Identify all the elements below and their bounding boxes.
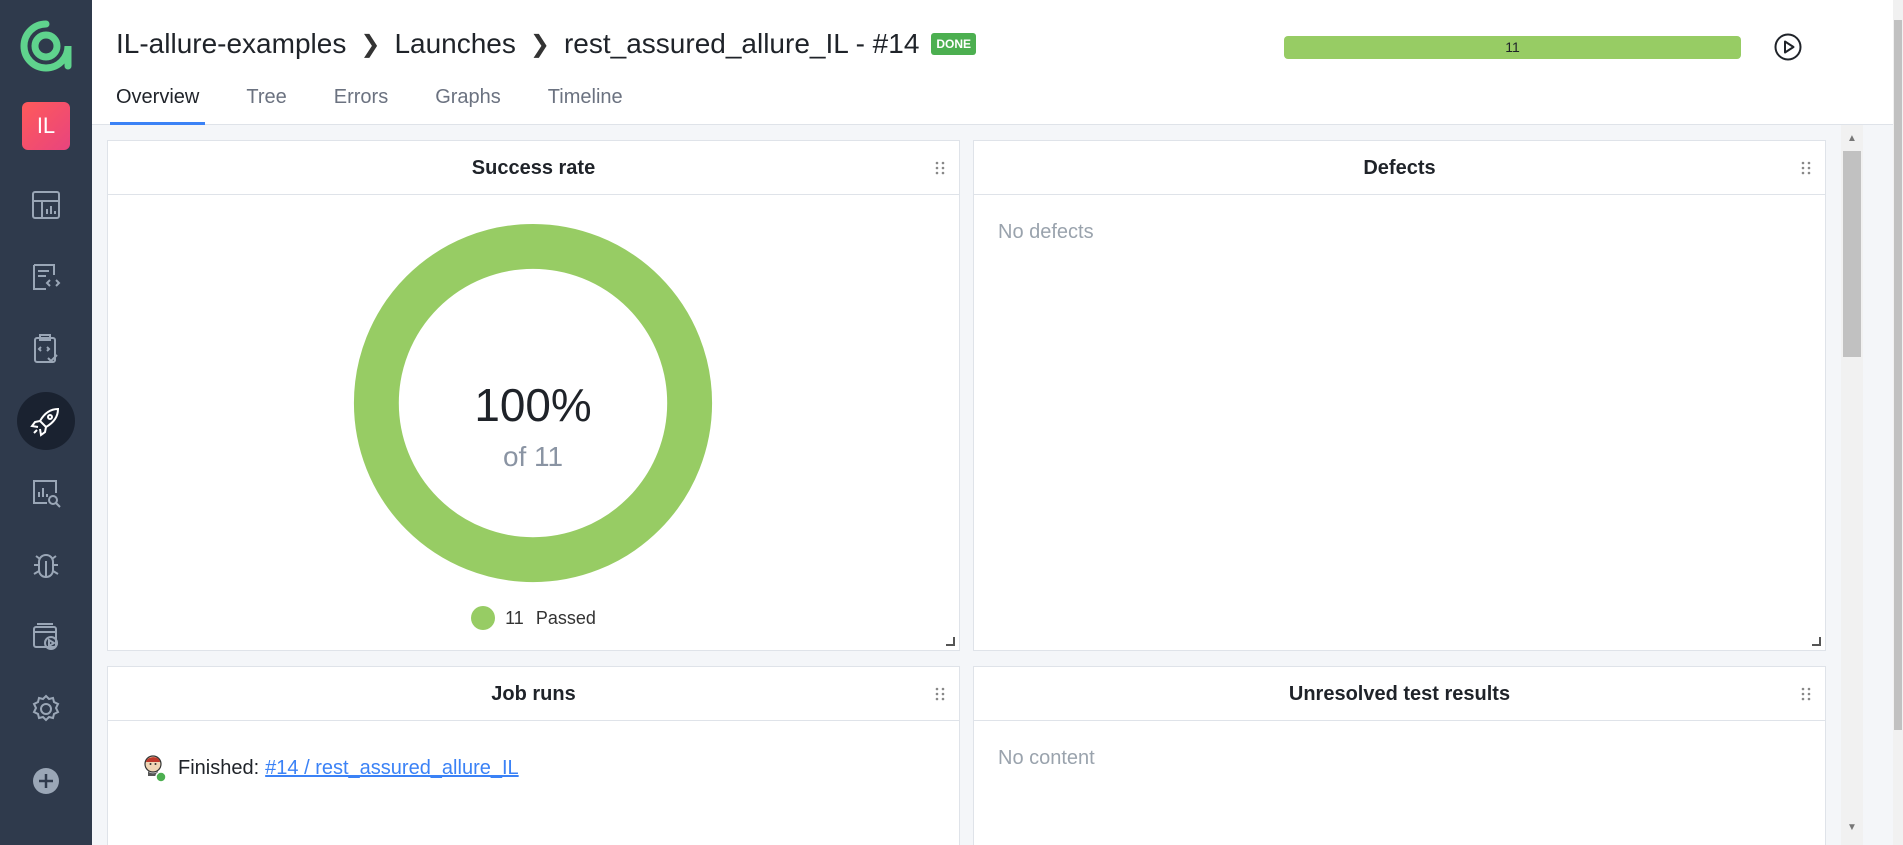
launch-progress-bar[interactable]: 11 (1284, 36, 1741, 59)
nav-launches[interactable] (17, 392, 75, 450)
passed-count: 11 (505, 607, 524, 628)
test-plans-icon (34, 334, 58, 363)
chevron-right-icon: ❯ (360, 30, 381, 58)
donut-legend: 11 Passed (108, 606, 959, 630)
drag-handle-icon[interactable] (1801, 687, 1811, 701)
scrollbar-thumb[interactable] (1843, 151, 1861, 357)
passed-label: Passed (535, 607, 596, 628)
nav-test-plans[interactable] (17, 320, 75, 378)
project-avatar[interactable]: IL (22, 102, 70, 150)
run-icon[interactable] (1773, 32, 1803, 62)
defects-icon (33, 553, 59, 579)
unresolved-widget: Unresolved test results No content (973, 666, 1826, 845)
tab-errors[interactable]: Errors (328, 84, 394, 125)
job-runs-title: Job runs (491, 683, 576, 705)
tab-overview[interactable]: Overview (110, 84, 206, 125)
scroll-up-icon[interactable]: ▲ (1847, 133, 1857, 144)
allure-logo-icon[interactable] (20, 20, 72, 72)
resize-handle[interactable] (1812, 637, 1821, 646)
job-run-item: Finished: #14 / rest_assured_allure_IL (108, 721, 959, 815)
nav-add[interactable] (17, 752, 75, 810)
settings-icon (32, 694, 60, 722)
unresolved-title: Unresolved test results (1288, 683, 1511, 705)
widget-title: Unresolved test results (974, 667, 1825, 721)
add-icon (33, 768, 59, 794)
defects-widget: Defects No defects (973, 140, 1826, 651)
page-scrollbar[interactable] (1893, 0, 1903, 845)
launches-icon (30, 407, 60, 437)
nav-test-cases[interactable] (17, 248, 75, 306)
job-runs-widget: Job runs Finished: #14 / rest_assured_al… (107, 666, 960, 845)
defects-title: Defects (1363, 157, 1436, 179)
success-rate-donut: 100% of 11 (353, 223, 713, 583)
widget-title: Job runs (108, 667, 959, 721)
success-total: of 11 (503, 441, 563, 472)
content-scrollbar[interactable]: ▲ ▼ (1841, 125, 1863, 845)
tab-graphs[interactable]: Graphs (429, 84, 507, 125)
widget-title: Defects (974, 141, 1825, 195)
defects-empty: No defects (998, 221, 1094, 243)
breadcrumb-launches[interactable]: Launches (394, 28, 515, 60)
chevron-right-icon: ❯ (529, 30, 550, 58)
header: IL-allure-examples ❯ Launches ❯ rest_ass… (92, 0, 1903, 125)
tab-timeline[interactable]: Timeline (542, 84, 629, 125)
jenkins-icon (144, 755, 167, 783)
tab-tree[interactable]: Tree (240, 84, 292, 125)
job-status: Finished: (178, 756, 260, 779)
overview-content: Success rate 100% of 11 11 Passed Defect… (92, 125, 1841, 845)
success-rate-title: Success rate (471, 157, 596, 179)
scroll-down-icon[interactable]: ▼ (1847, 822, 1857, 833)
tab-bar: Overview Tree Errors Graphs Timeline (110, 84, 664, 125)
job-run-link[interactable]: #14 / rest_assured_allure_IL (265, 757, 519, 780)
dashboards-icon (32, 191, 60, 219)
page-scrollbar-thumb[interactable] (1894, 20, 1902, 730)
success-rate-widget: Success rate 100% of 11 11 Passed (107, 140, 960, 651)
nav-analytics[interactable] (17, 464, 75, 522)
drag-handle-icon[interactable] (935, 161, 945, 175)
nav-settings[interactable] (17, 680, 75, 738)
test-cases-icon (33, 264, 61, 290)
breadcrumb-project[interactable]: IL-allure-examples (116, 28, 346, 60)
status-badge: DONE (931, 33, 977, 55)
success-percent: 100% (474, 379, 591, 431)
drag-handle-icon[interactable] (1801, 161, 1811, 175)
drag-handle-icon[interactable] (935, 687, 945, 701)
nav-jobs[interactable] (17, 608, 75, 666)
jobs-icon (33, 623, 58, 650)
passed-legend-dot (471, 606, 496, 630)
breadcrumb: IL-allure-examples ❯ Launches ❯ rest_ass… (116, 28, 977, 60)
sidebar: IL (0, 0, 92, 845)
resize-handle[interactable] (946, 637, 955, 646)
widget-title: Success rate (108, 141, 959, 195)
analytics-icon (33, 480, 61, 508)
launch-title: rest_assured_allure_IL - #14 (563, 28, 920, 59)
nav-dashboards[interactable] (17, 176, 75, 234)
nav-defects[interactable] (17, 536, 75, 594)
unresolved-empty: No content (998, 747, 1095, 769)
